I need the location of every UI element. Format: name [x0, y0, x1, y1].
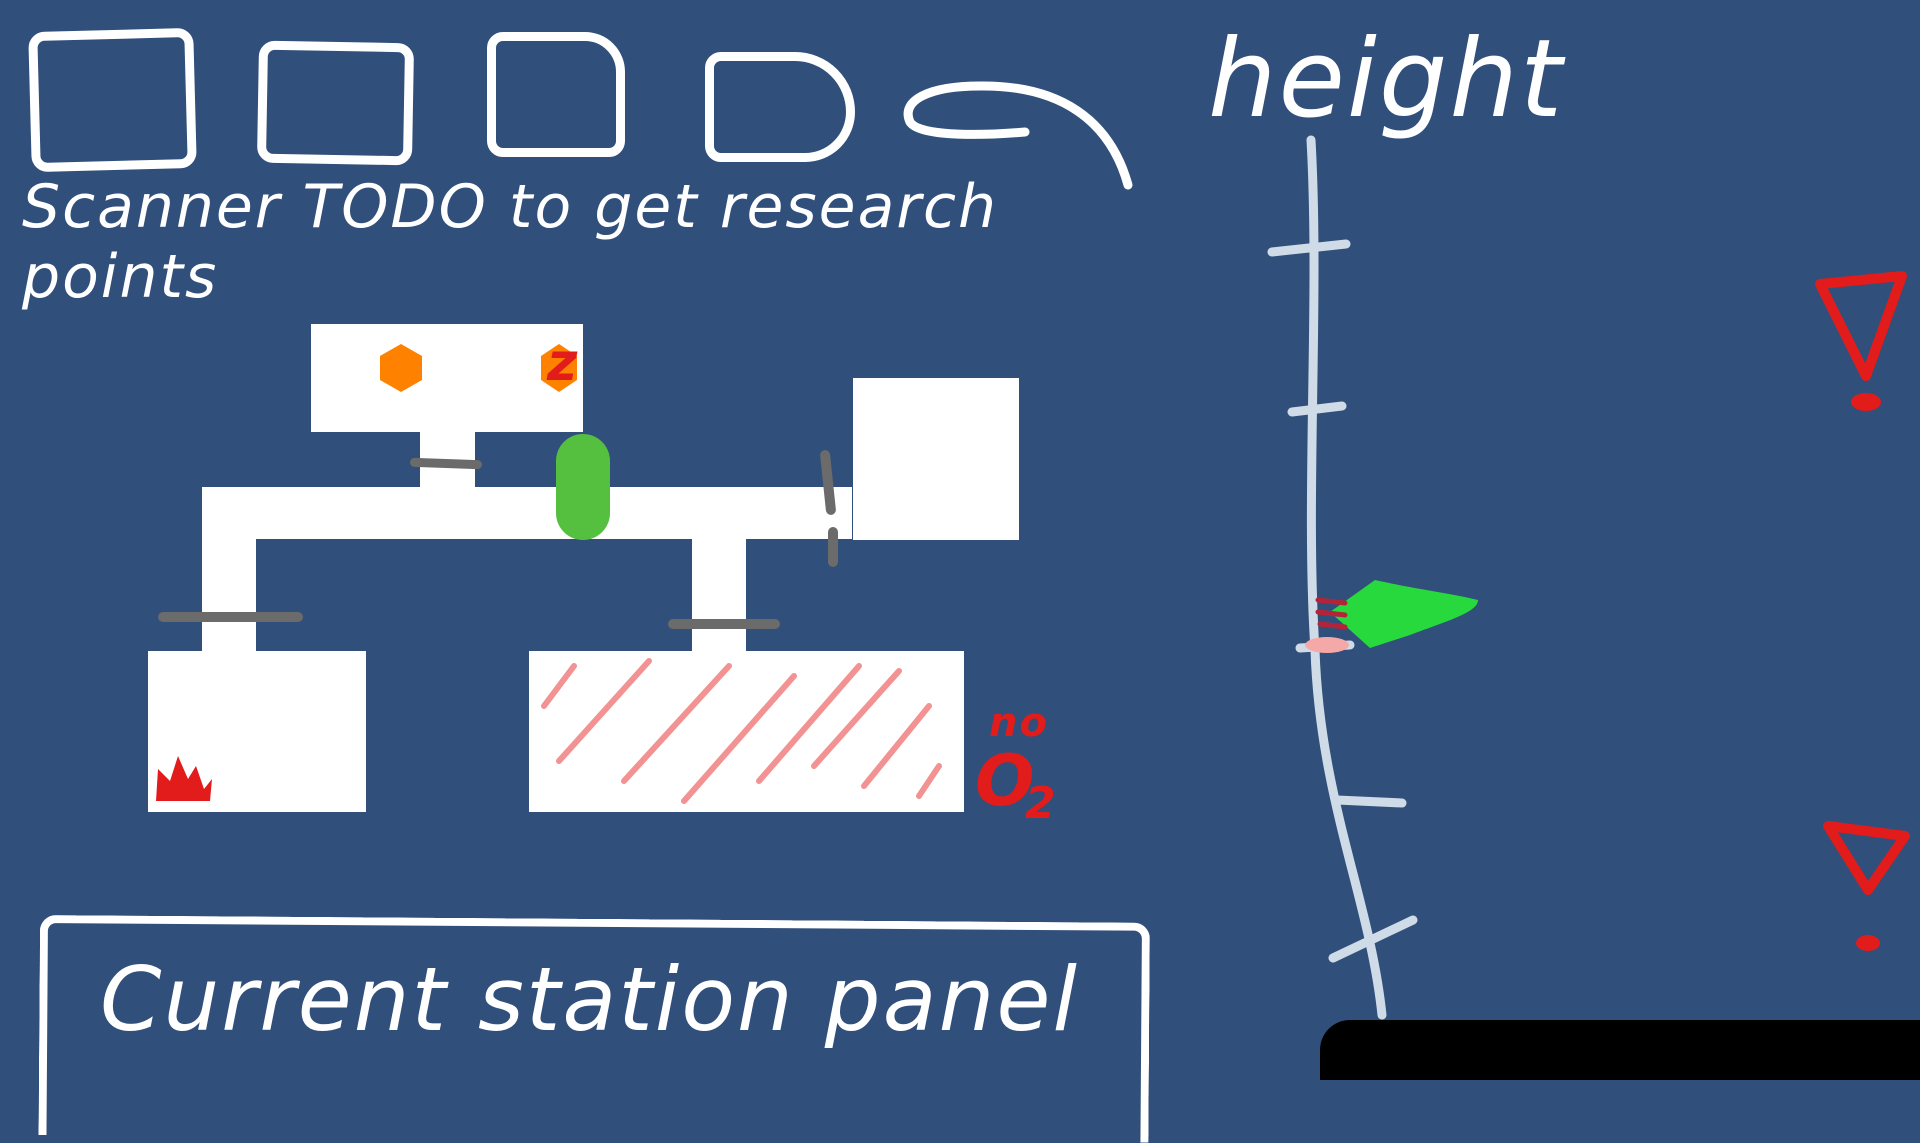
- current-station-panel-label: Current station panel: [100, 948, 1079, 1051]
- redacted-area: [1320, 1020, 1920, 1080]
